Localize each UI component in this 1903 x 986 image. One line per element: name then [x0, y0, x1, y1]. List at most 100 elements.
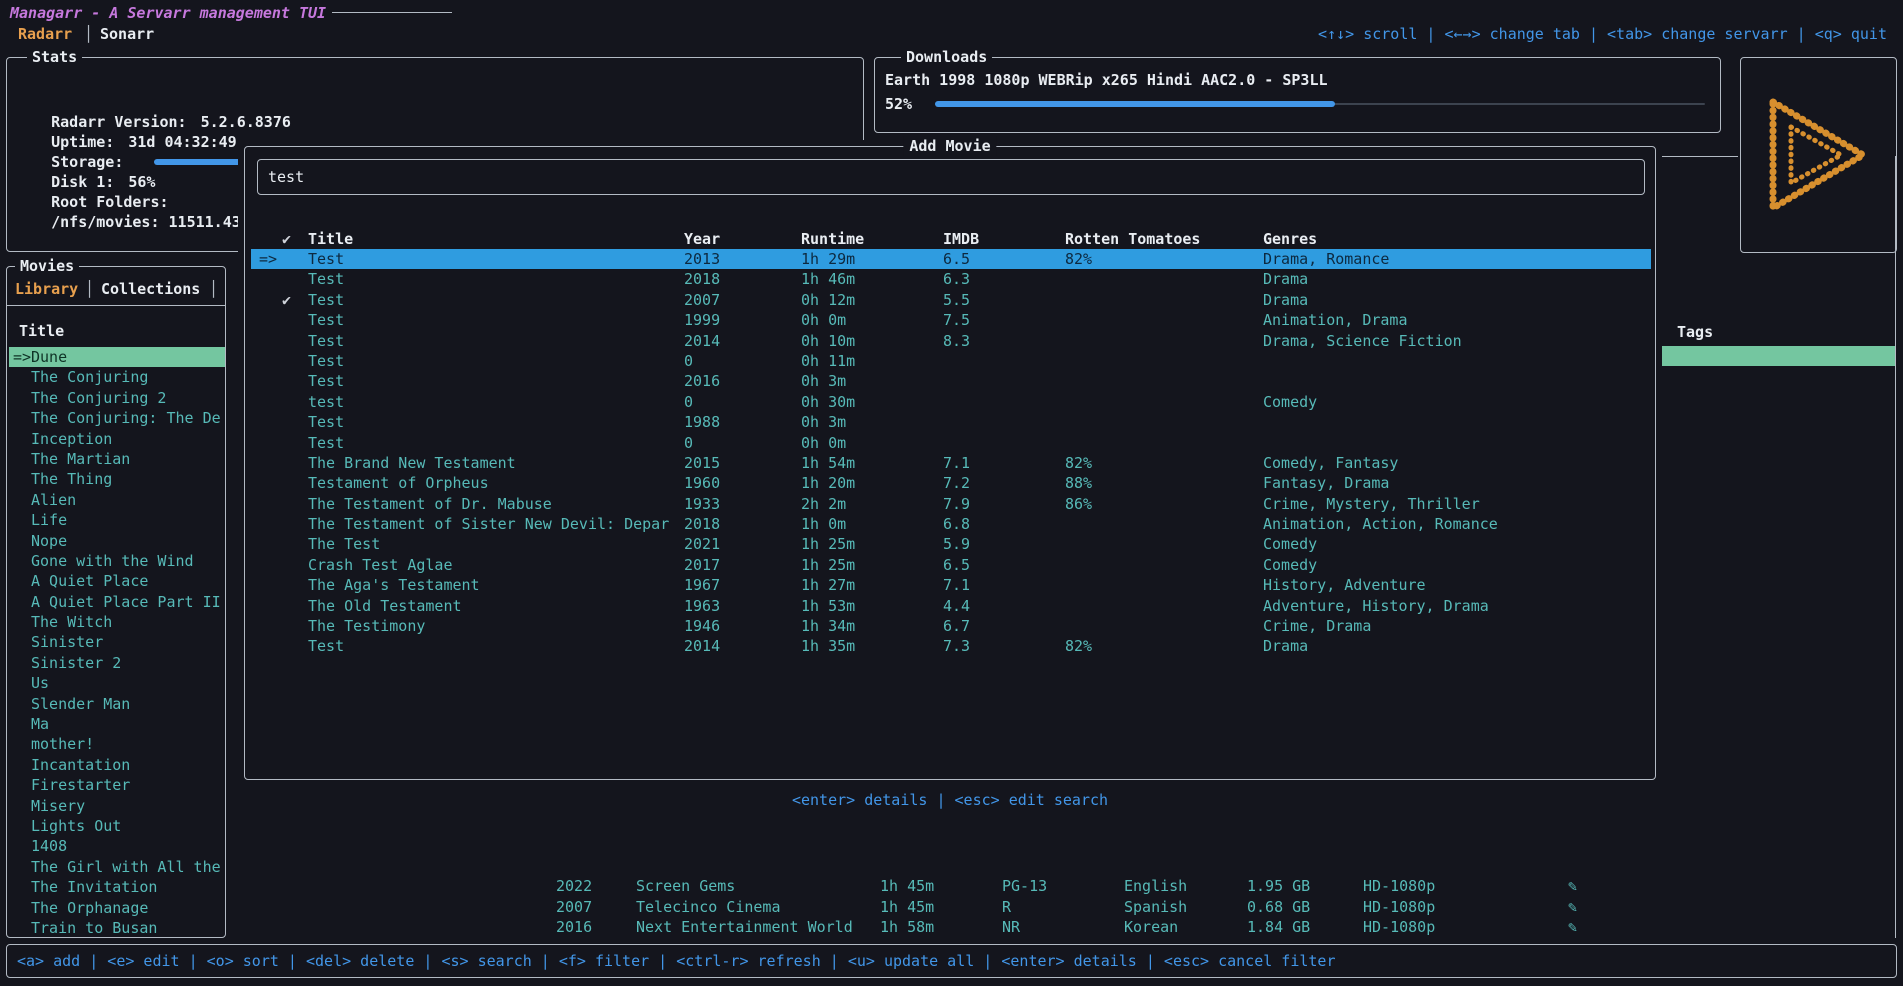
movies-list-item[interactable]: A Quiet Place Part II	[9, 592, 225, 612]
add-movie-result-row[interactable]: Test19880h 3m	[251, 412, 1651, 432]
cell-year: 2021	[684, 534, 720, 554]
downloads-panel: Downloads Earth 1998 1080p WEBRip x265 H…	[874, 57, 1721, 133]
movies-list-item[interactable]: Us	[9, 673, 225, 693]
movies-list-item[interactable]: The Witch	[9, 612, 225, 632]
cell-runtime: 0h 30m	[801, 392, 855, 412]
movies-list-item[interactable]: The Martian	[9, 449, 225, 469]
add-movie-result-row[interactable]: The Testament of Sister New Devil: Depar…	[251, 514, 1651, 534]
add-movie-result-row[interactable]: The Old Testament19631h 53m4.4Adventure,…	[251, 596, 1651, 616]
cell-year: 2013	[684, 249, 720, 269]
cell-studio: Telecinco Cinema	[636, 897, 781, 917]
movies-list-item[interactable]: The Girl with All the	[9, 857, 225, 877]
cell-genres: Crime, Mystery, Thriller	[1263, 494, 1480, 514]
cell-runtime: 1h 53m	[801, 596, 855, 616]
cell-runtime: 0h 3m	[801, 371, 846, 391]
add-movie-results-body: =>Test20131h 29m6.582%Drama, RomanceTest…	[251, 249, 1651, 657]
tab-sonarr[interactable]: Sonarr	[100, 24, 154, 44]
movies-list-item[interactable]: Nope	[9, 531, 225, 551]
add-movie-result-row[interactable]: The Aga's Testament19671h 27m7.1History,…	[251, 575, 1651, 595]
movies-list-item[interactable]: Firestarter	[9, 775, 225, 795]
add-movie-result-row[interactable]: Test20181h 46m6.3Drama	[251, 269, 1651, 289]
cell-runtime: 2h 2m	[801, 494, 846, 514]
movies-list-item[interactable]: =>Dune	[9, 347, 225, 367]
movies-list-item[interactable]: Incantation	[9, 755, 225, 775]
movies-list-item[interactable]: Sinister	[9, 632, 225, 652]
movie-title: The Witch	[31, 612, 112, 632]
movies-list-item[interactable]: Ma	[9, 714, 225, 734]
cell-title: Test	[308, 371, 344, 391]
cell-runtime: 0h 0m	[801, 310, 846, 330]
movies-list-item[interactable]: A Quiet Place	[9, 571, 225, 591]
cell-runtime: 1h 34m	[801, 616, 855, 636]
cell-size: 1.95 GB	[1247, 876, 1310, 896]
cell-genres: Drama, Romance	[1263, 249, 1389, 269]
movie-title: The Thing	[31, 469, 112, 489]
tab-collections[interactable]: Collections	[101, 279, 200, 299]
cell-genres: Animation, Action, Romance	[1263, 514, 1498, 534]
add-movie-result-row[interactable]: The Testimony19461h 34m6.7Crime, Drama	[251, 616, 1651, 636]
add-movie-result-row[interactable]: The Testament of Dr. Mabuse19332h 2m7.98…	[251, 494, 1651, 514]
movies-list-item[interactable]: Misery	[9, 796, 225, 816]
pencil-icon: ✎	[1568, 876, 1577, 896]
movies-list-item[interactable]: 1408	[9, 836, 225, 856]
cell-genres: Comedy, Fantasy	[1263, 453, 1398, 473]
add-movie-result-row[interactable]: The Test20211h 25m5.9Comedy	[251, 534, 1651, 554]
library-table-row[interactable]: 2022Screen Gems1h 45mPG-13English1.95 GB…	[230, 876, 1895, 896]
library-table-row[interactable]: 2007Telecinco Cinema1h 45mRSpanish0.68 G…	[230, 897, 1895, 917]
cell-year: 1988	[684, 412, 720, 432]
movies-list-item[interactable]: Train to Busan	[9, 918, 225, 938]
movies-list-item[interactable]: Lights Out	[9, 816, 225, 836]
library-table-row[interactable]: 2016Next Entertainment World1h 58mNRKore…	[230, 917, 1895, 937]
cell-rotten_tomatoes: 82%	[1065, 636, 1092, 656]
movies-list-item[interactable]: mother!	[9, 734, 225, 754]
movies-list-item[interactable]: Gone with the Wind	[9, 551, 225, 571]
tab-library[interactable]: Library	[15, 279, 78, 299]
add-movie-result-row[interactable]: Testament of Orpheus19601h 20m7.288%Fant…	[251, 473, 1651, 493]
search-input-box	[257, 159, 1645, 195]
movies-list-item[interactable]: Sinister 2	[9, 653, 225, 673]
cell-title: The Aga's Testament	[308, 575, 480, 595]
add-movie-result-row[interactable]: Crash Test Aglae20171h 25m6.5Comedy	[251, 555, 1651, 575]
movies-list-item[interactable]: The Conjuring: The De	[9, 408, 225, 428]
movies-list-item[interactable]: Inception	[9, 429, 225, 449]
movies-list-item[interactable]: The Conjuring 2	[9, 388, 225, 408]
movies-list-item[interactable]: Slender Man	[9, 694, 225, 714]
cell-year: 2014	[684, 331, 720, 351]
movies-list-item[interactable]: Life	[9, 510, 225, 530]
movie-title: 1408	[31, 836, 67, 856]
cell-rotten_tomatoes: 82%	[1065, 249, 1092, 269]
cell-language: English	[1124, 876, 1187, 896]
movies-list-item[interactable]: Alien	[9, 490, 225, 510]
add-movie-result-row[interactable]: Test20160h 3m	[251, 371, 1651, 391]
add-movie-search-input[interactable]	[258, 160, 1644, 194]
add-movie-result-row[interactable]: Test19990h 0m7.5Animation, Drama	[251, 310, 1651, 330]
add-movie-result-row[interactable]: Test20141h 35m7.382%Drama	[251, 636, 1651, 656]
tab-radarr[interactable]: Radarr	[18, 24, 72, 44]
add-movie-result-row[interactable]: Test00h 11m	[251, 351, 1651, 371]
selected-row-tags-highlight[interactable]	[1662, 346, 1895, 366]
bottom-help-bar: <a> add | <e> edit | <o> sort | <del> de…	[6, 944, 1897, 978]
cell-year: 1999	[684, 310, 720, 330]
add-movie-result-row[interactable]: The Brand New Testament20151h 54m7.182%C…	[251, 453, 1651, 473]
add-movie-result-row[interactable]: Test20140h 10m8.3Drama, Science Fiction	[251, 331, 1651, 351]
cell-size: 0.68 GB	[1247, 897, 1310, 917]
tab-divider: │	[85, 279, 94, 299]
add-movie-result-row[interactable]: ✔Test20070h 12m5.5Drama	[251, 290, 1651, 310]
cell-title: Test	[308, 310, 344, 330]
cell-year: 2015	[684, 453, 720, 473]
bottom-keybindings-help: <a> add | <e> edit | <o> sort | <del> de…	[17, 951, 1336, 971]
add-movie-result-row[interactable]: =>Test20131h 29m6.582%Drama, Romance	[251, 249, 1651, 269]
movies-list-item[interactable]: The Invitation	[9, 877, 225, 897]
add-movie-result-row[interactable]: test00h 30mComedy	[251, 392, 1651, 412]
movie-title: The Conjuring: The De	[31, 408, 221, 428]
cell-genres: Animation, Drama	[1263, 310, 1408, 330]
add-movie-result-row[interactable]: Test00h 0m	[251, 433, 1651, 453]
cell-rating: PG-13	[1002, 876, 1047, 896]
movies-list-item[interactable]: The Orphanage	[9, 898, 225, 918]
cell-genres: Drama	[1263, 636, 1308, 656]
movie-title: The Conjuring 2	[31, 388, 166, 408]
cell-title: Test	[308, 433, 344, 453]
cell-genres: Crime, Drama	[1263, 616, 1371, 636]
movies-list-item[interactable]: The Thing	[9, 469, 225, 489]
movies-list-item[interactable]: The Conjuring	[9, 367, 225, 387]
